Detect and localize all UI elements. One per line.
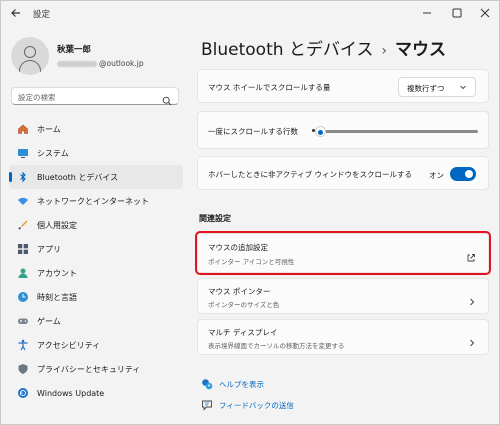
- home-icon: [17, 123, 29, 135]
- sidebar-item-label: プライバシーとセキュリティ: [37, 364, 141, 374]
- settings-window: 設定 秋葉一郎 @outlook.jp 設定の検索 ホーム システム Bluet…: [0, 0, 500, 425]
- title-bar: 設定: [1, 1, 499, 27]
- scroll-wheel-setting: マウス ホイールでスクロールする量 複数行ずつ: [197, 69, 489, 103]
- personalization-icon: [17, 219, 29, 231]
- inactive-scroll-label: ホバーしたときに非アクティブ ウィンドウをスクロールする: [208, 170, 413, 179]
- sidebar-item-accessibility[interactable]: アクセシビリティ: [9, 333, 183, 357]
- privacy-icon: [17, 363, 29, 375]
- toggle-knob: [465, 170, 473, 178]
- toggle-state-label: オン: [429, 171, 444, 180]
- sidebar-item-gaming[interactable]: ゲーム: [9, 309, 183, 333]
- sidebar-item-home[interactable]: ホーム: [9, 117, 183, 141]
- sidebar-item-label: アクセシビリティ: [37, 340, 101, 350]
- sidebar-item-label: ネットワークとインターネット: [37, 196, 149, 206]
- email-domain: @outlook.jp: [99, 59, 144, 68]
- sidebar-item-label: Windows Update: [37, 388, 105, 398]
- sidebar-item-label: 時刻と言語: [37, 292, 77, 302]
- windows-update-icon: [17, 387, 29, 399]
- search-icon[interactable]: [162, 91, 172, 106]
- time-language-icon: [17, 291, 29, 303]
- link-subtitle: 表示境界線面でカーソルの移動方法を変更する: [208, 342, 345, 350]
- link-title: マウスの追加設定: [208, 243, 268, 252]
- breadcrumb-separator: ›: [381, 43, 388, 59]
- get-help-label: ヘルプを表示: [219, 379, 264, 389]
- dropdown-value: 複数行ずつ: [407, 84, 445, 93]
- link-title: マルチ ディスプレイ: [208, 328, 278, 337]
- link-subtitle: ポインターのサイズと色: [208, 301, 280, 309]
- search-input[interactable]: 設定の検索: [18, 92, 56, 103]
- close-button[interactable]: [477, 5, 493, 21]
- external-link-icon: [466, 248, 476, 262]
- additional-mouse-settings-link[interactable]: マウスの追加設定 ポインター アイコンと可視性: [195, 231, 491, 275]
- sidebar-item-apps[interactable]: アプリ: [9, 237, 183, 261]
- sidebar-item-privacy-security[interactable]: プライバシーとセキュリティ: [9, 357, 183, 381]
- breadcrumb-parent[interactable]: Bluetooth とデバイス: [201, 40, 373, 60]
- lines-slider[interactable]: [314, 126, 478, 137]
- get-help-link[interactable]: ヘルプを表示: [201, 377, 264, 391]
- give-feedback-label: フィードバックの送信: [219, 400, 294, 410]
- back-arrow-icon[interactable]: [9, 6, 23, 20]
- search-box[interactable]: 設定の検索: [11, 87, 179, 106]
- inactive-scroll-toggle[interactable]: [450, 167, 476, 181]
- lines-to-scroll-setting: 一度にスクロールする行数: [197, 111, 489, 149]
- sidebar-item-bluetooth-devices[interactable]: Bluetooth とデバイス: [9, 165, 183, 189]
- sidebar-item-network[interactable]: ネットワークとインターネット: [9, 189, 183, 213]
- sidebar-item-label: ホーム: [37, 124, 61, 134]
- chevron-down-icon: [458, 82, 468, 92]
- chevron-right-icon: [468, 333, 476, 347]
- system-icon: [17, 147, 29, 159]
- mouse-pointer-link[interactable]: マウス ポインター ポインターのサイズと色: [197, 278, 489, 314]
- sidebar-item-personalization[interactable]: 個人用設定: [9, 213, 183, 237]
- account-icon: [17, 267, 29, 279]
- link-subtitle: ポインター アイコンと可視性: [208, 258, 295, 266]
- user-name: 秋葉一郎: [57, 45, 92, 55]
- avatar: [11, 37, 49, 75]
- link-title: マウス ポインター: [208, 287, 271, 296]
- scroll-wheel-dropdown[interactable]: 複数行ずつ: [398, 77, 476, 97]
- feedback-icon: [201, 399, 213, 411]
- chevron-right-icon: [468, 292, 476, 306]
- give-feedback-link[interactable]: フィードバックの送信: [201, 398, 294, 412]
- sidebar-item-label: 個人用設定: [37, 220, 77, 230]
- scroll-wheel-label: マウス ホイールでスクロールする量: [208, 83, 331, 92]
- page-title: Bluetooth とデバイス › マウス: [201, 35, 446, 60]
- minimize-button[interactable]: [419, 5, 435, 21]
- user-profile[interactable]: 秋葉一郎 @outlook.jp: [11, 37, 181, 77]
- sidebar-item-system[interactable]: システム: [9, 141, 183, 165]
- redacted-email-local-part: [57, 60, 97, 67]
- apps-icon: [17, 243, 29, 255]
- sidebar-item-windows-update[interactable]: Windows Update: [9, 381, 183, 405]
- multi-display-link[interactable]: マルチ ディスプレイ 表示境界線面でカーソルの移動方法を変更する: [197, 319, 489, 355]
- accessibility-icon: [17, 339, 29, 351]
- slider-thumb[interactable]: [314, 126, 326, 137]
- help-icon: [201, 378, 213, 390]
- lines-to-scroll-label: 一度にスクロールする行数: [208, 127, 298, 136]
- maximize-button[interactable]: [449, 5, 465, 21]
- app-title: 設定: [33, 10, 51, 20]
- sidebar-item-label: システム: [37, 148, 69, 158]
- breadcrumb-current: マウス: [395, 40, 447, 60]
- sidebar-item-label: ゲーム: [37, 316, 61, 326]
- sidebar-item-label: Bluetooth とデバイス: [37, 172, 119, 182]
- sidebar-nav: ホーム システム Bluetooth とデバイス ネットワークとインターネット …: [9, 117, 183, 405]
- gaming-icon: [17, 315, 29, 327]
- sidebar-item-time-language[interactable]: 時刻と言語: [9, 285, 183, 309]
- sidebar-item-label: アプリ: [37, 244, 61, 254]
- inactive-scroll-setting: ホバーしたときに非アクティブ ウィンドウをスクロールする オン: [197, 156, 489, 190]
- bluetooth-icon: [17, 171, 29, 183]
- sidebar-item-accounts[interactable]: アカウント: [9, 261, 183, 285]
- sidebar-item-label: アカウント: [37, 268, 77, 278]
- user-email: @outlook.jp: [57, 59, 144, 68]
- related-settings-heading: 関連設定: [199, 214, 231, 223]
- network-icon: [17, 195, 29, 207]
